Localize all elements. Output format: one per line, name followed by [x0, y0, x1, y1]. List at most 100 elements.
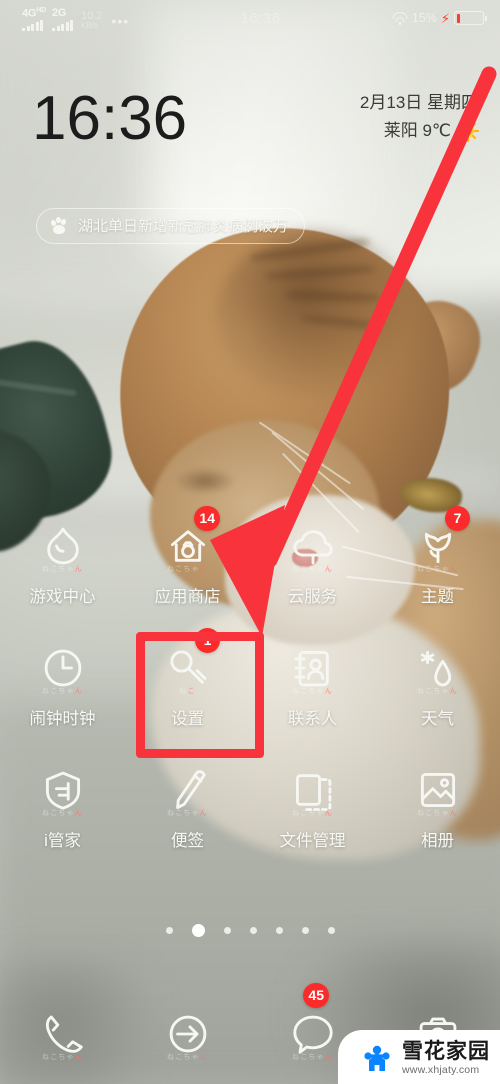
app-label: 相册: [421, 832, 454, 850]
app-row: ねこちゃん 闹钟时钟 ねこ 1 设置 ねこちゃん 联系人 ねこちゃん 天气: [0, 620, 500, 742]
app-icon-wrapper[interactable]: ねこちゃん: [162, 1008, 214, 1061]
notification-badge: 1: [195, 628, 220, 653]
weather-label: 莱阳 9℃: [383, 121, 451, 140]
news-headline-chip[interactable]: 湖北单日新增新冠肺炎病例破万: [36, 208, 306, 244]
status-overflow-icon: •••: [111, 13, 130, 30]
weather-info[interactable]: 莱阳 9℃: [360, 116, 479, 146]
app-icon-wrapper[interactable]: ねこちゃん: [412, 642, 464, 695]
app-label: 应用商店: [154, 588, 221, 606]
lightning-bolt-icon: ⚡: [440, 10, 450, 26]
clock-time[interactable]: 16:36: [32, 84, 187, 154]
app-label: 闹钟时钟: [29, 710, 96, 728]
notification-badge: 7: [445, 506, 470, 531]
dock-item-phone[interactable]: ねこちゃん: [0, 986, 125, 1084]
sim2-signal: 2G: [52, 7, 73, 32]
battery-icon: [454, 11, 487, 25]
sim1-hd-label: HD: [36, 6, 46, 14]
app-item-天气[interactable]: ねこちゃん 天气: [375, 620, 500, 742]
sim2-signal-bars-icon: [52, 20, 73, 32]
page-dot-3[interactable]: [223, 927, 231, 934]
app-label: 游戏中心: [29, 588, 96, 606]
app-icon-wrapper[interactable]: ねこちゃん: [287, 764, 339, 817]
page-indicator[interactable]: [0, 924, 500, 937]
app-label: 联系人: [287, 710, 338, 728]
app-icon-wrapper[interactable]: ねこちゃん: [37, 764, 89, 817]
wallpaper-signature-text: ねこ: [179, 688, 196, 695]
wallpaper-signature-text: ねこちゃん: [41, 810, 84, 817]
wallpaper-signature-text: ねこちゃん: [41, 566, 84, 573]
app-item-云服务[interactable]: ねこちゃん 云服务: [250, 498, 375, 620]
watermark-title: 雪花家园: [402, 1039, 490, 1063]
app-item-应用商店[interactable]: ねこちゃん 14 应用商店: [125, 498, 250, 620]
app-item-相册[interactable]: ねこちゃん 相册: [375, 742, 500, 864]
app-icon-wrapper[interactable]: ねこちゃん: [37, 642, 89, 695]
app-label: 文件管理: [279, 832, 346, 850]
date-label: 2月13日 星期四: [359, 93, 478, 112]
wifi-icon: [392, 11, 408, 25]
wallpaper-signature-text: ねこちゃん: [291, 1054, 334, 1061]
watermark: 雪花家园 www.xhjaty.com: [338, 1029, 500, 1084]
app-icon-wrapper[interactable]: ねこちゃん: [412, 764, 464, 817]
app-item-联系人[interactable]: ねこちゃん 联系人: [250, 620, 375, 742]
wallpaper-signature-text: ねこちゃん: [416, 688, 459, 695]
sun-icon: [457, 120, 479, 142]
wallpaper-signature-text: ねこちゃん: [41, 1054, 84, 1061]
network-speed: 10.2 KB/s: [81, 11, 102, 31]
page-dot-6[interactable]: [301, 927, 309, 934]
wallpaper-signature-text: ねこちゃん: [41, 688, 84, 695]
page-dot-4[interactable]: [249, 927, 257, 934]
app-label: i管家: [44, 832, 81, 850]
app-row: ねこちゃん i管家 ねこちゃん 便签 ねこちゃん 文件管理 ねこちゃん 相册: [0, 742, 500, 864]
app-label: 便签: [171, 832, 204, 850]
status-bar: 4GHD 2G 10.2 KB/s ••• 16:36 15% ⚡: [0, 0, 500, 36]
app-label: 主题: [421, 588, 454, 606]
network-speed-value: 10.2: [81, 10, 103, 23]
sim1-network-label: 4G: [22, 7, 37, 20]
app-item-便签[interactable]: ねこちゃん 便签: [125, 742, 250, 864]
app-icon-wrapper[interactable]: ねこちゃん: [162, 764, 214, 817]
app-label: 天气: [421, 710, 454, 728]
page-dot-1[interactable]: [165, 927, 173, 934]
cat-eye-left: [176, 468, 234, 494]
app-item-设置[interactable]: ねこ 1 设置: [125, 620, 250, 742]
notification-badge: 14: [194, 506, 220, 531]
app-item-闹钟时钟[interactable]: ねこちゃん 闹钟时钟: [0, 620, 125, 742]
sim2-network-label: 2G: [52, 7, 67, 20]
wallpaper-signature-text: ねこちゃん: [166, 810, 209, 817]
wallpaper-signature-text: ねこちゃん: [166, 566, 209, 573]
page-dot-5[interactable]: [275, 927, 283, 934]
app-icon-wrapper[interactable]: ねこちゃん: [37, 520, 89, 573]
battery-percent-label: 15%: [411, 11, 437, 25]
watermark-url: www.xhjaty.com: [402, 1063, 480, 1076]
sim1-signal-bars-icon: [22, 20, 43, 32]
app-item-文件管理[interactable]: ねこちゃん 文件管理: [250, 742, 375, 864]
wallpaper-signature-text: ねこちゃん: [166, 1054, 209, 1061]
app-grid: ねこちゃん 游戏中心 ねこちゃん 14 应用商店 ねこちゃん 云服务 ねこちゃん 7 主题 ねこちゃ…: [0, 498, 500, 864]
app-label: 设置: [171, 710, 204, 728]
app-icon-wrapper[interactable]: ねこちゃん: [287, 520, 339, 573]
wallpaper-signature-text: ねこちゃん: [291, 810, 334, 817]
app-icon-wrapper[interactable]: ねこちゃん: [287, 642, 339, 695]
news-headline-text: 湖北单日新增新冠肺炎病例破万: [78, 218, 289, 235]
sim1-signal: 4GHD: [22, 5, 46, 32]
network-speed-unit: KB/s: [81, 21, 98, 31]
app-item-游戏中心[interactable]: ねこちゃん 游戏中心: [0, 498, 125, 620]
status-bar-clock: 16:36: [240, 9, 281, 27]
page-dot-7[interactable]: [327, 927, 335, 934]
notification-badge: 45: [303, 983, 329, 1008]
status-bar-right: 15% ⚡: [392, 11, 500, 25]
snowflake-home-logo-icon: [360, 1041, 394, 1075]
page-dot-2[interactable]: [191, 924, 205, 937]
app-row: ねこちゃん 游戏中心 ねこちゃん 14 应用商店 ねこちゃん 云服务 ねこちゃん 7 主题: [0, 498, 500, 620]
app-item-i管家[interactable]: ねこちゃん i管家: [0, 742, 125, 864]
date-weather-block[interactable]: 2月13日 星期四 莱阳 9℃: [359, 90, 479, 146]
wallpaper-signature-text: ねこちゃん: [416, 566, 459, 573]
app-item-主题[interactable]: ねこちゃん 7 主题: [375, 498, 500, 620]
app-icon-wrapper[interactable]: ねこちゃん: [287, 1008, 339, 1061]
wallpaper-signature-text: ねこちゃん: [291, 688, 334, 695]
app-icon-wrapper[interactable]: ねこちゃん: [37, 1008, 89, 1061]
dock-item-browser-arrow[interactable]: ねこちゃん: [125, 986, 250, 1084]
status-bar-left: 4GHD 2G 10.2 KB/s •••: [0, 5, 129, 32]
baidu-paw-icon: [50, 216, 69, 235]
wallpaper-signature-text: ねこちゃん: [291, 566, 334, 573]
